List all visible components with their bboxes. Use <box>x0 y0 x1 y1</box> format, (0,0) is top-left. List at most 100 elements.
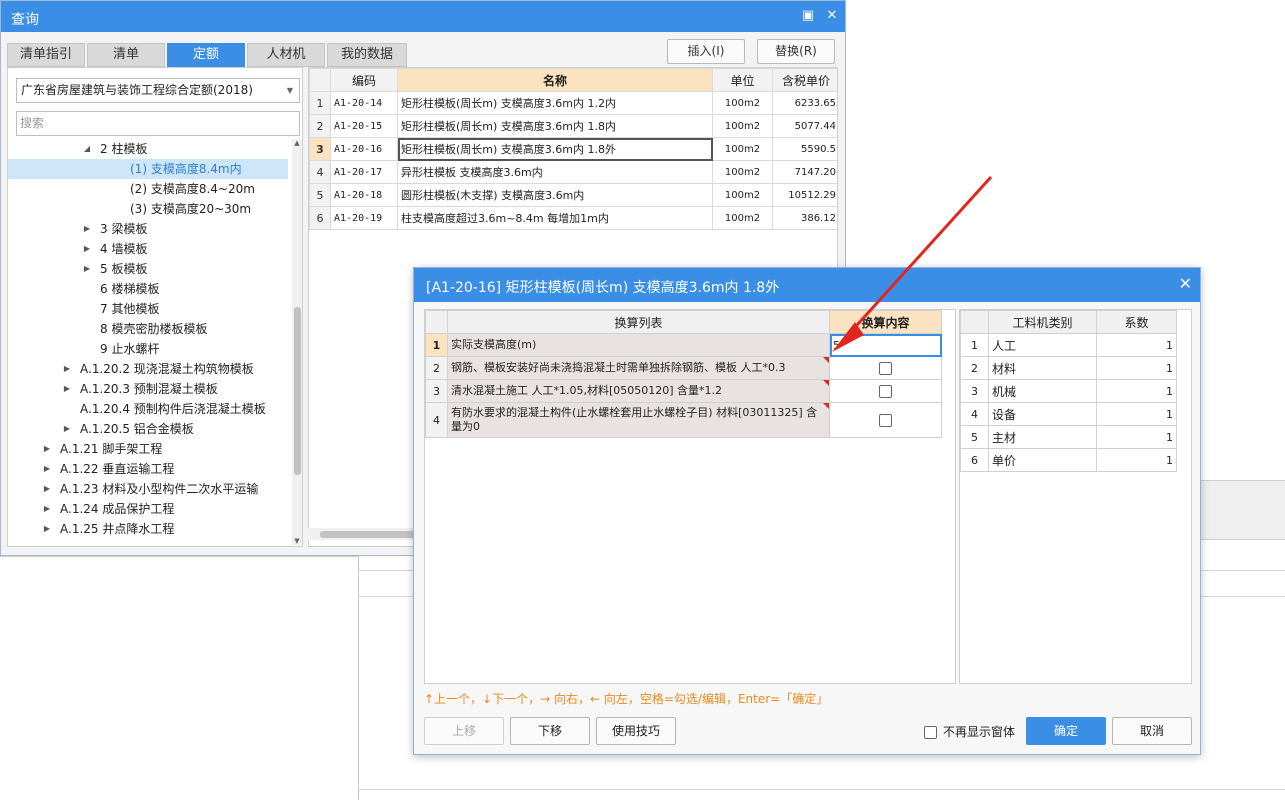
scroll-down-icon[interactable]: ▼ <box>292 537 302 545</box>
conversion-row[interactable]: 1 实际支模高度(m) 5 <box>425 333 942 357</box>
factor-row[interactable]: 2 材料 1 <box>960 356 1177 380</box>
expand-arrow-icon[interactable]: ▶ <box>42 499 52 519</box>
quota-library-select[interactable]: 广东省房屋建筑与装饰工程综合定额(2018) ▼ <box>16 78 300 103</box>
scroll-up-icon[interactable]: ▲ <box>292 139 302 147</box>
grid-cell-rownum[interactable]: 2 <box>309 114 331 138</box>
grid-row[interactable]: 1 A1-20-14 矩形柱模板(周长m) 支模高度3.6m内 1.2内 100m2 6… <box>309 91 837 115</box>
grid-header-unit[interactable]: 单位 <box>712 68 773 92</box>
collapse-arrow-icon[interactable]: ◢ <box>82 139 92 159</box>
tab-bill[interactable]: 清单 <box>87 43 165 67</box>
grid-cell-unit[interactable]: 100m2 <box>712 183 773 207</box>
cancel-button[interactable]: 取消 <box>1112 717 1192 745</box>
expand-arrow-icon[interactable]: ▶ <box>42 479 52 499</box>
tab-my-data[interactable]: 我的数据 <box>327 43 407 67</box>
ok-button[interactable]: 确定 <box>1026 717 1106 745</box>
checkbox-icon[interactable] <box>879 384 892 398</box>
tree-search-input[interactable]: 搜索 <box>16 111 300 136</box>
tree-node[interactable]: ▶ A.1.25 井点降水工程 <box>8 519 288 539</box>
grid-header-name[interactable]: 名称 <box>397 68 713 92</box>
expand-arrow-icon[interactable]: ▶ <box>42 519 52 539</box>
grid-cell-code[interactable]: A1-20-18 <box>330 183 398 207</box>
grid-header-code[interactable]: 编码 <box>330 68 398 92</box>
tree-node[interactable]: ▶ A.1.20.5 铝合金模板 <box>8 419 288 439</box>
tab-quota[interactable]: 定额 <box>167 43 245 67</box>
grid-cell-code[interactable]: A1-20-17 <box>330 160 398 184</box>
tab-labor-material-machine[interactable]: 人材机 <box>247 43 325 67</box>
conversion-row[interactable]: 2 钢筋、模板安装好尚未浇捣混凝土时需单独拆除钢筋、模板 人工*0.3 <box>425 356 942 380</box>
tree-node[interactable]: ▶ 4 墙模板 <box>8 239 288 259</box>
insert-button[interactable]: 插入(I) <box>667 39 745 64</box>
grid-cell-name[interactable]: 矩形柱模板(周长m) 支模高度3.6m内 1.8内 <box>397 114 713 138</box>
checkbox-icon[interactable] <box>879 361 892 375</box>
grid-row[interactable]: 4 A1-20-17 异形柱模板 支模高度3.6m内 100m2 7147.20 <box>309 160 837 184</box>
conversion-row[interactable]: 4 有防水要求的混凝土构件(止水螺栓套用止水螺栓子目) 材料[03011325] … <box>425 402 942 438</box>
factor-row[interactable]: 3 机械 1 <box>960 379 1177 403</box>
grid-cell-name[interactable]: 异形柱模板 支模高度3.6m内 <box>397 160 713 184</box>
conv-cell-checkbox[interactable] <box>829 402 942 438</box>
grid-cell-unit[interactable]: 100m2 <box>712 206 773 230</box>
grid-cell-price[interactable]: 7147.20 <box>772 160 837 184</box>
grid-cell-rownum[interactable]: 1 <box>309 91 331 115</box>
grid-cell-name[interactable]: 矩形柱模板(周长m) 支模高度3.6m内 1.2内 <box>397 91 713 115</box>
no-show-again-checkbox[interactable]: 不再显示窗体 <box>924 723 1015 740</box>
tree-node[interactable]: A.1.20.4 预制构件后浇混凝土模板 <box>8 399 288 419</box>
expand-arrow-icon[interactable]: ▶ <box>42 439 52 459</box>
tree-node[interactable]: 6 楼梯模板 <box>8 279 288 299</box>
grid-cell-name[interactable]: 柱支模高度超过3.6m~8.4m 每增加1m内 <box>397 206 713 230</box>
grid-header-price[interactable]: 含税单价 <box>772 68 837 92</box>
grid-cell-unit[interactable]: 100m2 <box>712 91 773 115</box>
expand-arrow-icon[interactable]: ▶ <box>82 239 92 259</box>
tree-node[interactable]: ▶ A.1.20.2 现浇混凝土构筑物模板 <box>8 359 288 379</box>
grid-cell-name[interactable]: 矩形柱模板(周长m) 支模高度3.6m内 1.8外 <box>397 137 713 161</box>
tree-node[interactable]: (3) 支模高度20~30m <box>8 199 288 219</box>
factor-row[interactable]: 4 设备 1 <box>960 402 1177 426</box>
grid-cell-price[interactable]: 5590.5 <box>772 137 837 161</box>
grid-cell-code[interactable]: A1-20-16 <box>330 137 398 161</box>
checkbox-icon[interactable] <box>924 726 937 739</box>
tree-node[interactable]: 9 止水螺杆 <box>8 339 288 359</box>
move-down-button[interactable]: 下移 <box>510 717 590 745</box>
checkbox-icon[interactable] <box>879 413 892 427</box>
conv-cell-checkbox[interactable] <box>829 356 942 380</box>
grid-cell-rownum[interactable]: 6 <box>309 206 331 230</box>
grid-cell-rownum[interactable]: 5 <box>309 183 331 207</box>
move-up-button[interactable]: 上移 <box>424 717 504 745</box>
factor-cell-coef[interactable]: 1 <box>1096 379 1177 403</box>
actual-height-input[interactable]: 5 <box>829 333 942 357</box>
grid-row[interactable]: 3 A1-20-16 矩形柱模板(周长m) 支模高度3.6m内 1.8外 100m2 5… <box>309 137 837 161</box>
replace-button[interactable]: 替换(R) <box>757 39 835 64</box>
grid-cell-price[interactable]: 5077.44 <box>772 114 837 138</box>
tree-scrollbar[interactable]: ▲ ▼ <box>292 139 302 545</box>
grid-cell-code[interactable]: A1-20-15 <box>330 114 398 138</box>
grid-row[interactable]: 5 A1-20-18 圆形柱模板(木支撑) 支模高度3.6m内 100m2 10512.… <box>309 183 837 207</box>
expand-arrow-icon[interactable]: ▶ <box>62 359 72 379</box>
factor-cell-coef[interactable]: 1 <box>1096 448 1177 472</box>
expand-arrow-icon[interactable]: ▶ <box>42 459 52 479</box>
factor-row[interactable]: 6 单价 1 <box>960 448 1177 472</box>
tree-node[interactable]: (2) 支模高度8.4~20m <box>8 179 288 199</box>
grid-cell-name[interactable]: 圆形柱模板(木支撑) 支模高度3.6m内 <box>397 183 713 207</box>
tree-node[interactable]: ▶ A.1.21 脚手架工程 <box>8 439 288 459</box>
tree-node[interactable]: (1) 支模高度8.4m内 <box>8 159 288 179</box>
tree-node[interactable]: ▶ A.1.23 材料及小型构件二次水平运输 <box>8 479 288 499</box>
factor-cell-coef[interactable]: 1 <box>1096 425 1177 449</box>
grid-cell-price[interactable]: 386.12 <box>772 206 837 230</box>
grid-cell-unit[interactable]: 100m2 <box>712 114 773 138</box>
grid-cell-code[interactable]: A1-20-19 <box>330 206 398 230</box>
tree-node[interactable]: 7 其他模板 <box>8 299 288 319</box>
tree-node[interactable]: ◢ 2 柱模板 <box>8 139 288 159</box>
grid-cell-code[interactable]: A1-20-14 <box>330 91 398 115</box>
tab-bill-guide[interactable]: 清单指引 <box>7 43 85 67</box>
expand-arrow-icon[interactable]: ▶ <box>62 419 72 439</box>
dialog-close-icon[interactable]: ✕ <box>1179 274 1192 293</box>
usage-tips-button[interactable]: 使用技巧 <box>596 717 676 745</box>
factor-cell-coef[interactable]: 1 <box>1096 333 1177 357</box>
expand-arrow-icon[interactable]: ▶ <box>82 219 92 239</box>
grid-cell-price[interactable]: 6233.65 <box>772 91 837 115</box>
grid-cell-unit[interactable]: 100m2 <box>712 160 773 184</box>
factor-cell-coef[interactable]: 1 <box>1096 356 1177 380</box>
grid-row[interactable]: 2 A1-20-15 矩形柱模板(周长m) 支模高度3.6m内 1.8内 100m2 5… <box>309 114 837 138</box>
grid-cell-price[interactable]: 10512.29 <box>772 183 837 207</box>
expand-arrow-icon[interactable]: ▶ <box>82 259 92 279</box>
grid-cell-rownum[interactable]: 3 <box>309 137 331 161</box>
